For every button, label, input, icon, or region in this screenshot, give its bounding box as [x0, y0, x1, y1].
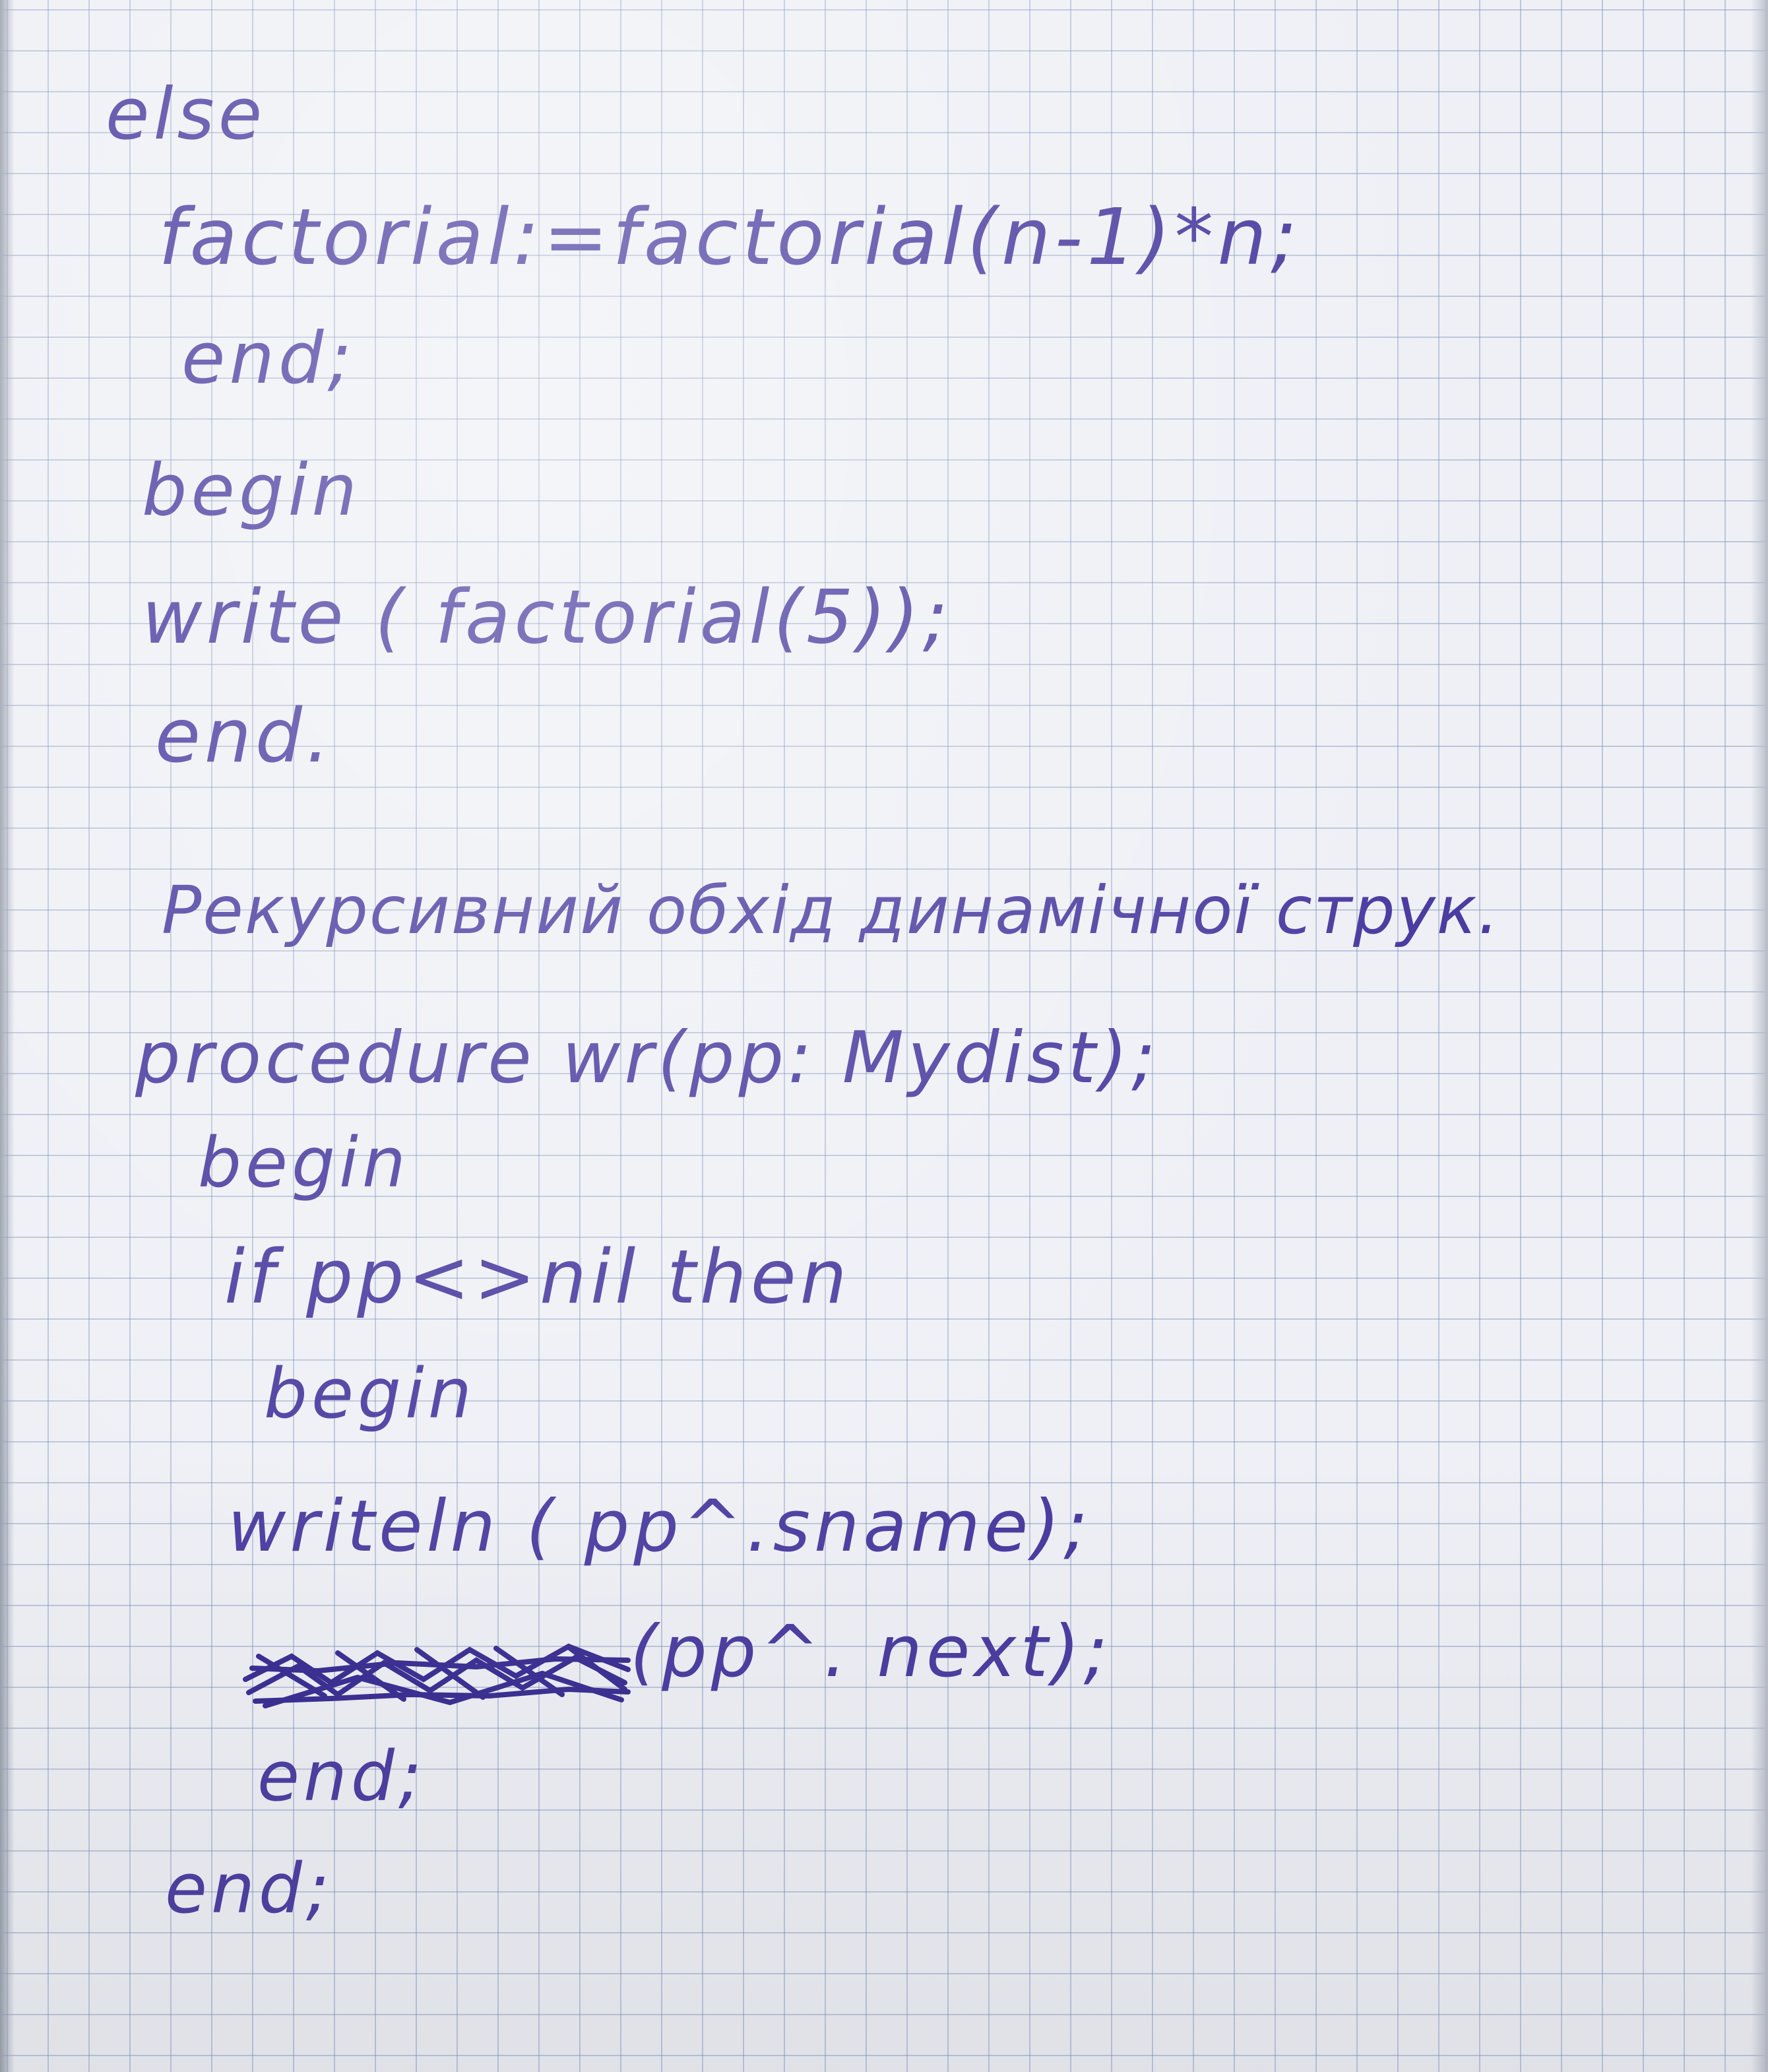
code-line-end-1: end; [181, 317, 356, 400]
code-line-procedure: procedure wr(pp: Mydist); [135, 1017, 1160, 1099]
code-line-write-factorial: write ( factorial(5)); [142, 575, 952, 661]
notebook-page: else factorial:=factorial(n-1)*n; end; b… [0, 0, 1768, 2072]
code-line-end-2: end; [257, 1736, 426, 1817]
code-line-if-then: if pp<>nil then [224, 1235, 851, 1320]
code-line-end-3: end; [165, 1848, 333, 1929]
code-line-writeln: writeln ( pp^.sname); [228, 1485, 1092, 1568]
code-line-begin-3: begin [264, 1353, 476, 1434]
scribble-icon [243, 1643, 631, 1708]
code-line-next: (pp^. next); [630, 1611, 1112, 1693]
heading-recursive-traversal: Рекурсивний обхід динамічної струк. [162, 872, 1500, 949]
code-line-factorial-assignment: factorial:=factorial(n-1)*n; [158, 191, 1301, 282]
code-line-end-dot: end. [155, 694, 334, 779]
code-line-else: else [106, 73, 267, 156]
page-edge-left [0, 0, 15, 2072]
code-line-begin-1: begin [142, 449, 362, 532]
code-line-begin-2: begin [198, 1122, 410, 1203]
page-edge-right [1751, 0, 1768, 2072]
